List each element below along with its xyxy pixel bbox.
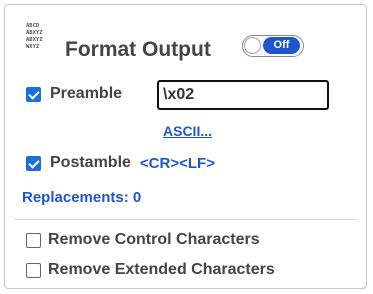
remove-extended-label: Remove Extended Characters (48, 261, 275, 278)
icon-line: ABXYZ (26, 37, 43, 43)
section-divider (14, 219, 357, 220)
format-output-toggle[interactable]: Off (242, 35, 304, 57)
postamble-label: Postamble (50, 154, 131, 171)
toggle-knob (244, 37, 261, 54)
postamble-row: Postamble <CR><LF> (26, 154, 215, 172)
format-output-panel: ABCD ABXYZ ABXYZ WXYZ Format Output Off … (4, 4, 367, 289)
postamble-value[interactable]: <CR><LF> (140, 155, 215, 172)
icon-line: WXYZ (26, 44, 40, 50)
replacements-link[interactable]: Replacements: 0 (22, 189, 141, 206)
icon-line: ABCD (26, 23, 40, 29)
panel-title: Format Output (65, 38, 211, 61)
replacements-row: Replacements: 0 (22, 189, 141, 206)
ascii-link[interactable]: ASCII... (163, 123, 212, 139)
preamble-input[interactable] (157, 80, 329, 110)
postamble-checkbox[interactable] (26, 155, 41, 171)
remove-control-row: Remove Control Characters (26, 231, 260, 249)
format-text-icon: ABCD ABXYZ ABXYZ WXYZ (26, 23, 48, 63)
icon-line: ABXYZ (26, 30, 43, 36)
toggle-state-label: Off (263, 37, 300, 54)
preamble-label: Preamble (50, 85, 123, 102)
remove-extended-row: Remove Extended Characters (26, 261, 275, 279)
preamble-checkbox[interactable] (26, 86, 41, 102)
remove-extended-checkbox[interactable] (26, 262, 41, 278)
remove-control-checkbox[interactable] (26, 232, 41, 248)
preamble-row: Preamble (26, 85, 122, 103)
remove-control-label: Remove Control Characters (48, 231, 260, 248)
